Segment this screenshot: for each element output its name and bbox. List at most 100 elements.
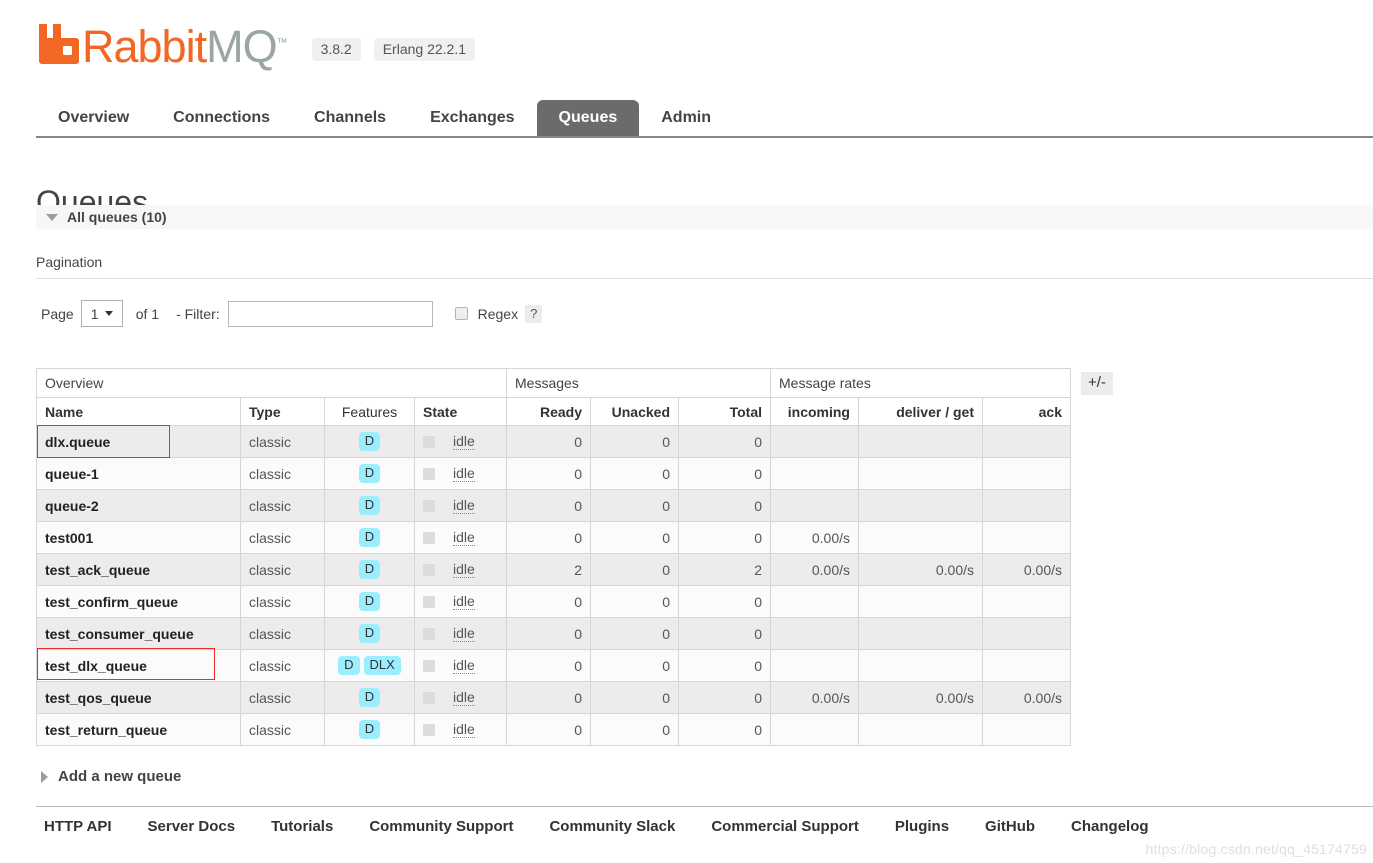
toggle-columns-button[interactable]: +/-: [1081, 372, 1113, 395]
queue-name-cell[interactable]: queue-2: [36, 489, 241, 522]
table-row[interactable]: test_dlx_queue classic D DLX idle 0 0 0: [36, 649, 1071, 682]
queue-ack-rate-cell: 0.00/s: [982, 681, 1071, 714]
state-indicator-icon: [423, 659, 435, 672]
table-row[interactable]: test001 classic Didle 0 0 0 0.00/s: [36, 521, 1071, 554]
queue-unacked-cell: 0: [590, 425, 679, 458]
column-header-state[interactable]: State: [414, 397, 507, 426]
page-number-select[interactable]: 1: [80, 300, 123, 327]
queue-incoming-rate-cell: [770, 649, 859, 682]
all-queues-section-header[interactable]: All queues (10): [36, 205, 1373, 229]
rabbitmq-logo[interactable]: RabbitMQ™: [36, 18, 288, 70]
add-new-queue-section[interactable]: Add a new queue: [41, 768, 181, 785]
nav-tab-overview[interactable]: Overview: [36, 100, 151, 136]
queue-ack-rate-cell: [982, 617, 1071, 650]
group-header-overview: Overview: [36, 368, 507, 398]
group-header-row: Overview Messages Message rates: [36, 368, 1071, 398]
queue-features-cell: D: [324, 457, 415, 490]
queue-name-cell[interactable]: test_ack_queue: [36, 553, 241, 586]
state-indicator-icon: [423, 499, 435, 512]
queue-ack-rate-cell: [982, 649, 1071, 682]
state-text: idle: [453, 497, 475, 514]
column-header-incoming[interactable]: incoming: [770, 397, 859, 426]
table-row[interactable]: queue-1 classic Didle 0 0 0: [36, 457, 1071, 490]
chevron-down-icon[interactable]: [46, 213, 58, 221]
queue-name-cell[interactable]: test_confirm_queue: [36, 585, 241, 618]
filter-input[interactable]: [227, 300, 433, 327]
queue-incoming-rate-cell: [770, 713, 859, 746]
table-row[interactable]: test_confirm_queue classic Didle 0 0 0: [36, 585, 1071, 618]
queue-name-cell[interactable]: test001: [36, 521, 241, 554]
column-header-unacked[interactable]: Unacked: [590, 397, 679, 426]
queue-name-cell[interactable]: queue-1: [36, 457, 241, 490]
queue-ready-cell: 0: [506, 585, 591, 618]
table-row[interactable]: test_qos_queue classic Didle 0 0 0 0.00/s 0.00/…: [36, 681, 1071, 714]
table-row[interactable]: queue-2 classic Didle 0 0 0: [36, 489, 1071, 522]
queue-type-cell: classic: [240, 425, 325, 458]
nav-tab-queues[interactable]: Queues: [536, 100, 640, 136]
queue-name-cell[interactable]: test_return_queue: [36, 713, 241, 746]
queue-features-cell: D: [324, 617, 415, 650]
queue-name-cell[interactable]: test_dlx_queue: [36, 649, 241, 682]
queue-name-cell[interactable]: test_consumer_queue: [36, 617, 241, 650]
queue-unacked-cell: 0: [590, 617, 679, 650]
state-indicator-icon: [423, 435, 435, 448]
table-row[interactable]: test_consumer_queue classic Didle 0 0 0: [36, 617, 1071, 650]
footer-link-server-docs[interactable]: Server Docs: [148, 818, 236, 835]
state-text: idle: [453, 593, 475, 610]
nav-tab-exchanges[interactable]: Exchanges: [408, 100, 536, 136]
column-header-name[interactable]: Name: [36, 397, 241, 426]
queue-incoming-rate-cell: 0.00/s: [770, 553, 859, 586]
regex-label: Regex: [477, 305, 519, 322]
footer-link-commercial-support[interactable]: Commercial Support: [711, 818, 859, 835]
state-inner: idle: [423, 465, 498, 482]
column-header-features[interactable]: Features: [324, 397, 415, 426]
nav-tab-admin[interactable]: Admin: [639, 100, 733, 136]
queue-unacked-cell: 0: [590, 521, 679, 554]
feature-badge: DLX: [363, 656, 401, 675]
regex-checkbox[interactable]: [454, 307, 468, 320]
table-row[interactable]: test_return_queue classic Didle 0 0 0: [36, 713, 1071, 746]
column-header-ready[interactable]: Ready: [506, 397, 591, 426]
footer-link-plugins[interactable]: Plugins: [895, 818, 949, 835]
footer-link-tutorials[interactable]: Tutorials: [271, 818, 333, 835]
column-header-total[interactable]: Total: [678, 397, 771, 426]
queue-deliver-get-rate-cell: [858, 585, 983, 618]
logo-text-mq: MQ: [206, 21, 277, 72]
queue-total-cell: 0: [678, 521, 771, 554]
queue-total-cell: 2: [678, 553, 771, 586]
footer-link-community-slack[interactable]: Community Slack: [549, 818, 675, 835]
table-row[interactable]: dlx.queue classic Didle 0 0 0: [36, 425, 1071, 458]
queue-type-cell: classic: [240, 649, 325, 682]
queue-name-cell[interactable]: dlx.queue: [36, 425, 241, 458]
rabbitmq-logo-text: RabbitMQ™: [82, 20, 288, 70]
footer-divider: [36, 806, 1373, 807]
column-header-ack[interactable]: ack: [982, 397, 1071, 426]
queue-ready-cell: 0: [506, 713, 591, 746]
state-text: idle: [453, 625, 475, 642]
footer-link-github[interactable]: GitHub: [985, 818, 1035, 835]
queue-type-cell: classic: [240, 457, 325, 490]
footer-link-community-support[interactable]: Community Support: [369, 818, 513, 835]
feature-badge: D: [358, 432, 381, 451]
queue-type-cell: classic: [240, 585, 325, 618]
queue-unacked-cell: 0: [590, 649, 679, 682]
footer-link-http-api[interactable]: HTTP API: [44, 818, 112, 835]
queue-ack-rate-cell: [982, 489, 1071, 522]
queue-name-cell[interactable]: test_qos_queue: [36, 681, 241, 714]
queue-unacked-cell: 0: [590, 489, 679, 522]
queue-ready-cell: 0: [506, 457, 591, 490]
state-indicator-icon: [423, 691, 435, 704]
table-row[interactable]: test_ack_queue classic Didle 2 0 2 0.00/s 0.00/…: [36, 553, 1071, 586]
footer-link-changelog[interactable]: Changelog: [1071, 818, 1149, 835]
column-header-deliver-get[interactable]: deliver / get: [858, 397, 983, 426]
queue-ready-cell: 0: [506, 681, 591, 714]
regex-help-icon[interactable]: ?: [525, 304, 543, 323]
nav-tab-channels[interactable]: Channels: [292, 100, 408, 136]
regex-control: Regex ?: [454, 304, 543, 323]
feature-badge: D: [358, 528, 381, 547]
queue-deliver-get-rate-cell: [858, 649, 983, 682]
state-text: idle: [453, 561, 475, 578]
nav-tab-connections[interactable]: Connections: [151, 100, 292, 136]
queue-state-cell: idle: [414, 649, 507, 682]
column-header-type[interactable]: Type: [240, 397, 325, 426]
